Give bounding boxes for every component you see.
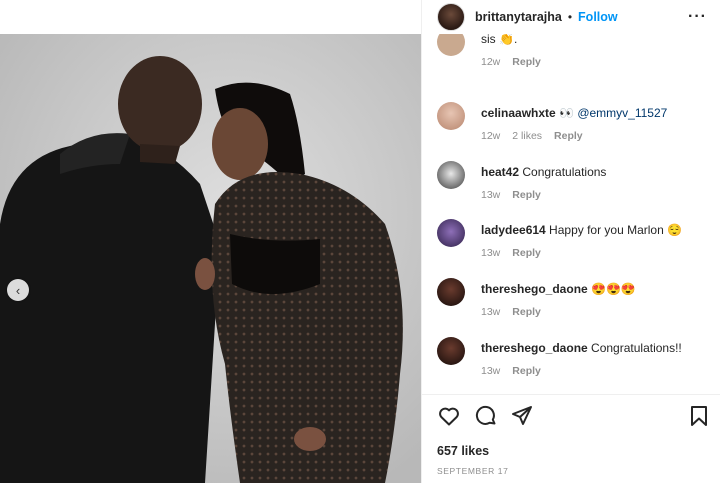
reply-button[interactable]: Reply — [512, 247, 541, 259]
comment-item: sis 👏. 12w Reply — [437, 34, 717, 78]
follow-button[interactable]: Follow — [578, 10, 618, 24]
comment-username[interactable]: thereshego_daone — [481, 341, 588, 355]
comment-body: 👀 — [555, 106, 578, 120]
comment-meta: 12w Reply — [481, 56, 553, 68]
commenter-avatar[interactable] — [437, 161, 465, 189]
comment-age: 12w — [481, 56, 501, 68]
comment-body: Congratulations — [519, 165, 607, 179]
comments-list[interactable]: sis 👏. 12w Reply celinaawhxte 👀 @emmyv_11… — [422, 34, 720, 394]
commenter-avatar[interactable] — [437, 278, 465, 306]
post-actions — [437, 404, 707, 430]
reply-button[interactable]: Reply — [512, 365, 541, 377]
heart-icon[interactable] — [437, 404, 461, 428]
reply-button[interactable]: Reply — [554, 130, 583, 142]
bookmark-icon[interactable] — [687, 404, 711, 428]
comment-item: heat42 Congratulations 13w Reply — [437, 161, 717, 211]
comment-age: 12w — [481, 130, 501, 142]
comment-meta: 13w Reply — [481, 306, 553, 318]
comment-age: 13w — [481, 365, 501, 377]
comment-item: celinaawhxte 👀 @emmyv_11527 12w 2 likes Re… — [437, 102, 717, 152]
comment-meta: 13w Reply — [481, 365, 553, 377]
comment-mention[interactable]: @emmyv_11527 — [577, 106, 667, 120]
comment-item: ladydee614 Happy for you Marlon 😌 13w Rep… — [437, 219, 717, 269]
reply-button[interactable]: Reply — [512, 56, 541, 68]
comment-item: thereshego_daone 😍😍😍 13w Reply — [437, 278, 717, 328]
commenter-avatar[interactable] — [437, 219, 465, 247]
comment-text: heat42 Congratulations — [481, 165, 606, 179]
comment-body: Happy for you Marlon 😌 — [545, 223, 683, 237]
commenter-avatar[interactable] — [437, 102, 465, 130]
comment-username[interactable]: heat42 — [481, 165, 519, 179]
header-separator: • — [567, 10, 573, 24]
comment-text: celinaawhxte 👀 @emmyv_11527 — [481, 106, 667, 120]
reply-button[interactable]: Reply — [512, 189, 541, 201]
carousel-prev-button[interactable]: ‹ — [7, 279, 29, 301]
comment-body: sis 👏. — [481, 34, 518, 46]
comment-username[interactable]: celinaawhxte — [481, 106, 556, 120]
post-side-panel: brittanytarajha • Follow ··· sis 👏. 12w R… — [421, 0, 720, 483]
share-icon[interactable] — [510, 404, 534, 428]
more-options-icon[interactable]: ··· — [688, 8, 707, 26]
comment-body: 😍😍😍 — [587, 282, 636, 296]
comment-username[interactable]: ladydee614 — [481, 223, 546, 237]
author-username[interactable]: brittanytarajha — [475, 10, 562, 24]
comment-item: thereshego_daone Congratulations!! 13w Re… — [437, 337, 717, 387]
comment-body: Congratulations!! — [587, 341, 682, 355]
reply-button[interactable]: Reply — [512, 306, 541, 318]
post-photo[interactable]: ‹ — [0, 34, 421, 483]
likes-count[interactable]: 657 likes — [437, 444, 489, 458]
comment-meta: 12w 2 likes Reply — [481, 130, 595, 142]
comment-meta: 13w Reply — [481, 247, 553, 259]
couple-photo-illustration — [0, 34, 421, 483]
commenter-avatar[interactable] — [437, 34, 465, 56]
comment-age: 13w — [481, 306, 501, 318]
comment-username[interactable]: thereshego_daone — [481, 282, 588, 296]
comment-meta: 13w Reply — [481, 189, 553, 201]
comment-age: 13w — [481, 189, 501, 201]
author-avatar[interactable] — [437, 3, 465, 31]
comment-text: thereshego_daone 😍😍😍 — [481, 282, 636, 296]
comment-text: sis 👏. — [481, 34, 517, 46]
comment-age: 13w — [481, 247, 501, 259]
comment-text: thereshego_daone Congratulations!! — [481, 341, 682, 355]
comment-text: ladydee614 Happy for you Marlon 😌 — [481, 223, 682, 237]
commenter-avatar[interactable] — [437, 337, 465, 365]
post-header: brittanytarajha • Follow ··· — [422, 0, 720, 34]
comment-likes[interactable]: 2 likes — [512, 130, 542, 142]
comment-icon[interactable] — [474, 404, 498, 428]
post-date: SEPTEMBER 17 — [437, 466, 509, 476]
actions-divider — [422, 394, 720, 395]
